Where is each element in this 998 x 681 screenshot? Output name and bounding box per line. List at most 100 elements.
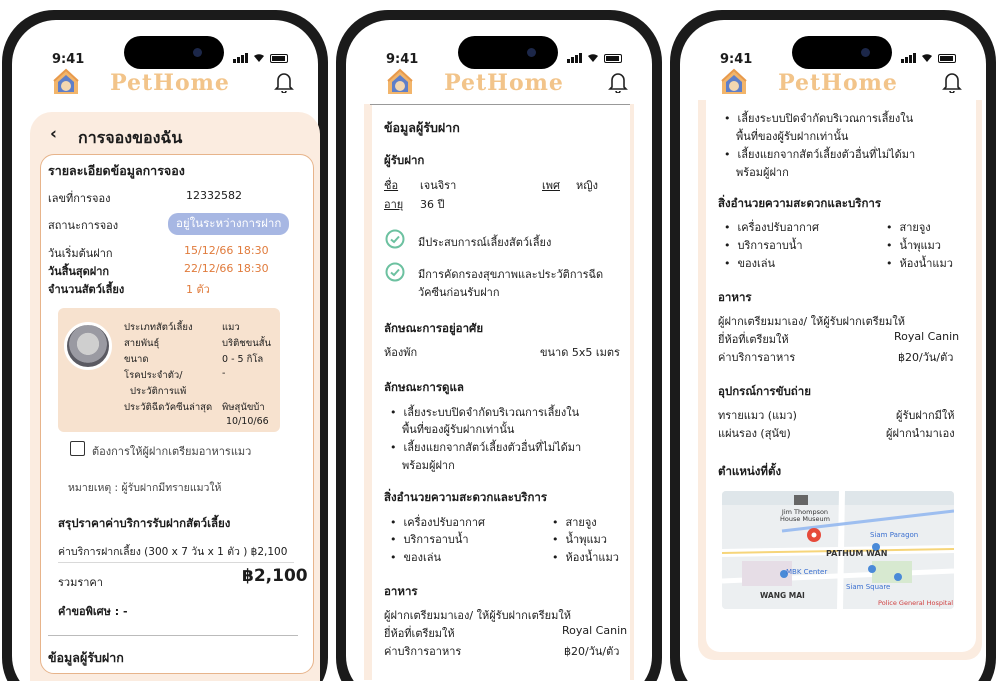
food-checkbox-label: ต้องการให้ผู้ฝากเตรียมอาหารแมว <box>92 445 252 458</box>
amenity-item: เครื่องปรับอากาศ <box>724 218 819 236</box>
dynamic-island <box>458 36 558 69</box>
brand-logo: PetHome <box>778 70 898 96</box>
status-icons <box>233 53 288 63</box>
pethome-logo-icon <box>387 68 413 94</box>
food-line: ผู้ฝากเตรียมมาเอง/ ให้ผู้รับฝากเตรียมให้ <box>718 315 905 328</box>
pet-value: 0 - 5 กิโล <box>222 354 264 365</box>
wifi-icon <box>922 54 932 62</box>
amenities-heading: สิ่งอำนวยความสะดวกและบริการ <box>384 490 548 504</box>
bell-icon[interactable] <box>608 71 628 93</box>
pet-value: บริติชขนสั้น <box>222 338 272 349</box>
amenity-item: ของเล่น <box>724 254 776 272</box>
litter-value: ผู้รับฝากมีให้ <box>896 409 955 422</box>
pet-value: พิษสุนัขบ้า <box>222 402 265 413</box>
status-time: 9:41 <box>386 52 419 67</box>
booking-label: วันเริ่มต้นฝาก <box>48 247 113 260</box>
food-price-label: ค่าบริการอาหาร <box>718 351 796 364</box>
housing-value: ห้องพัก <box>384 346 418 359</box>
map-label-wangmai: WANG MAI <box>760 591 805 600</box>
age-label: อายุ <box>384 198 404 211</box>
food-price-value: ฿20/วัน/ตัว <box>898 351 954 364</box>
food-brand-label: ยี่ห้อที่เตรียมให้ <box>718 333 789 346</box>
amenity-item: บริการอาบน้ำ <box>390 530 469 548</box>
amenity-item: สายจูง <box>552 513 597 531</box>
pet-label: ประวัติฉีดวัคซีนล่าสุด <box>124 402 213 413</box>
food-heading: อาหาร <box>384 584 418 598</box>
food-brand-label: ยี่ห้อที่เตรียมให้ <box>384 627 455 640</box>
amenity-item: ของเล่น <box>390 548 442 566</box>
note-text: หมายเหตุ : ผู้รับฝากมีทรายแมวให้ <box>68 482 222 494</box>
pethome-logo-icon <box>53 68 79 94</box>
food-price-label: ค่าบริการอาหาร <box>384 645 462 658</box>
care-item: เลี้ยงแยกจากสัตว์เลี้ยงตัวอื่นที่ไม่ได้ม… <box>724 145 916 163</box>
booking-label: เลขที่การจอง <box>48 192 111 205</box>
signal-icon <box>567 53 582 63</box>
age-value: 36 ปี <box>420 198 445 211</box>
page-title: การจองของฉัน <box>78 128 183 147</box>
housing-size: ขนาด 5x5 เมตร <box>540 346 620 359</box>
amenity-item: ห้องน้ำแมว <box>552 548 619 566</box>
name-value: เจนจิรา <box>420 179 457 192</box>
app-bar: PetHome <box>364 68 636 102</box>
food-price-value: ฿20/วัน/ตัว <box>564 645 620 658</box>
care-heading: ลักษณะการดูแล <box>384 380 464 394</box>
bell-icon[interactable] <box>274 71 294 93</box>
food-heading: อาหาร <box>718 290 752 304</box>
price-divider <box>58 562 294 563</box>
status-icons <box>567 53 622 63</box>
battery-icon <box>938 53 956 63</box>
status-time: 9:41 <box>720 52 753 67</box>
pad-label: แผ่นรอง (สุนัข) <box>718 427 791 440</box>
app-bar: PetHome <box>698 68 970 102</box>
pad-value: ผู้ฝากนำมาเอง <box>886 427 955 440</box>
check-circle-icon <box>385 229 405 249</box>
app-bar: PetHome <box>30 68 302 102</box>
litter-label: ทรายแมว (แมว) <box>718 409 797 422</box>
bell-icon[interactable] <box>942 71 962 93</box>
status-time: 9:41 <box>52 52 85 67</box>
wifi-icon <box>588 54 598 62</box>
care-item-cont: พื้นที่ของผู้รับฝากเท่านั้น <box>736 130 849 143</box>
location-heading: ตำแหน่งที่ตั้ง <box>718 464 782 478</box>
housing-heading: ลักษณะการอยู่อาศัย <box>384 321 484 335</box>
care-item-cont: พร้อมผู้ฝาก <box>402 459 455 472</box>
pet-label: ประวัติการแพ้ <box>130 386 187 397</box>
location-map[interactable]: Jim Thompson House Museum Siam Paragon P… <box>722 491 954 609</box>
check-circle-icon <box>385 262 405 282</box>
amenities-heading: สิ่งอำนวยความสะดวกและบริการ <box>718 196 882 210</box>
amenity-item: น้ำพุแมว <box>552 530 607 548</box>
battery-icon <box>604 53 622 63</box>
amenity-item: เครื่องปรับอากาศ <box>390 513 485 531</box>
amenity-item: สายจูง <box>886 218 931 236</box>
dynamic-island <box>124 36 224 69</box>
pet-value: แมว <box>222 322 240 333</box>
wifi-icon <box>254 54 264 62</box>
care-item: เลี้ยงแยกจากสัตว์เลี้ยงตัวอื่นที่ไม่ได้ม… <box>390 438 582 456</box>
map-label-siamsquare: Siam Square <box>846 583 891 591</box>
gender-value: หญิง <box>576 179 598 192</box>
dynamic-island <box>792 36 892 69</box>
back-button[interactable]: ‹ <box>50 124 57 144</box>
pet-label: สายพันธุ์ <box>124 338 160 349</box>
start-date: 15/12/66 18:30 <box>184 244 269 257</box>
pet-avatar <box>64 322 112 370</box>
booking-label: สถานะการจอง <box>48 219 119 232</box>
status-icons <box>901 53 956 63</box>
caretaker-section-title: ข้อมูลผู้รับฝาก <box>48 650 124 665</box>
brand-logo: PetHome <box>444 70 564 96</box>
care-item: เลี้ยงระบบปิดจำกัดบริเวณการเลี้ยงใน <box>390 403 580 421</box>
pet-label: ขนาด <box>124 354 149 365</box>
section-divider <box>48 635 298 636</box>
brand-logo: PetHome <box>110 70 230 96</box>
name-label: ชื่อ <box>384 179 399 192</box>
special-request: คำขอพิเศษ : - <box>58 605 128 618</box>
food-checkbox[interactable] <box>70 441 85 456</box>
food-brand-value: Royal Canin <box>894 330 960 343</box>
end-date: 22/12/66 18:30 <box>184 262 269 275</box>
price-line: ค่าบริการฝากเลี้ยง (300 x 7 วัน x 1 ตัว … <box>58 546 288 558</box>
qualification-text: วัคซีนก่อนรับฝาก <box>418 286 500 299</box>
booking-label: จำนวนสัตว์เลี้ยง <box>48 283 125 296</box>
status-badge: อยู่ในระหว่างการฝาก <box>168 213 290 235</box>
total-label: รวมราคา <box>58 576 103 589</box>
map-label-paragon: Siam Paragon <box>870 531 919 539</box>
